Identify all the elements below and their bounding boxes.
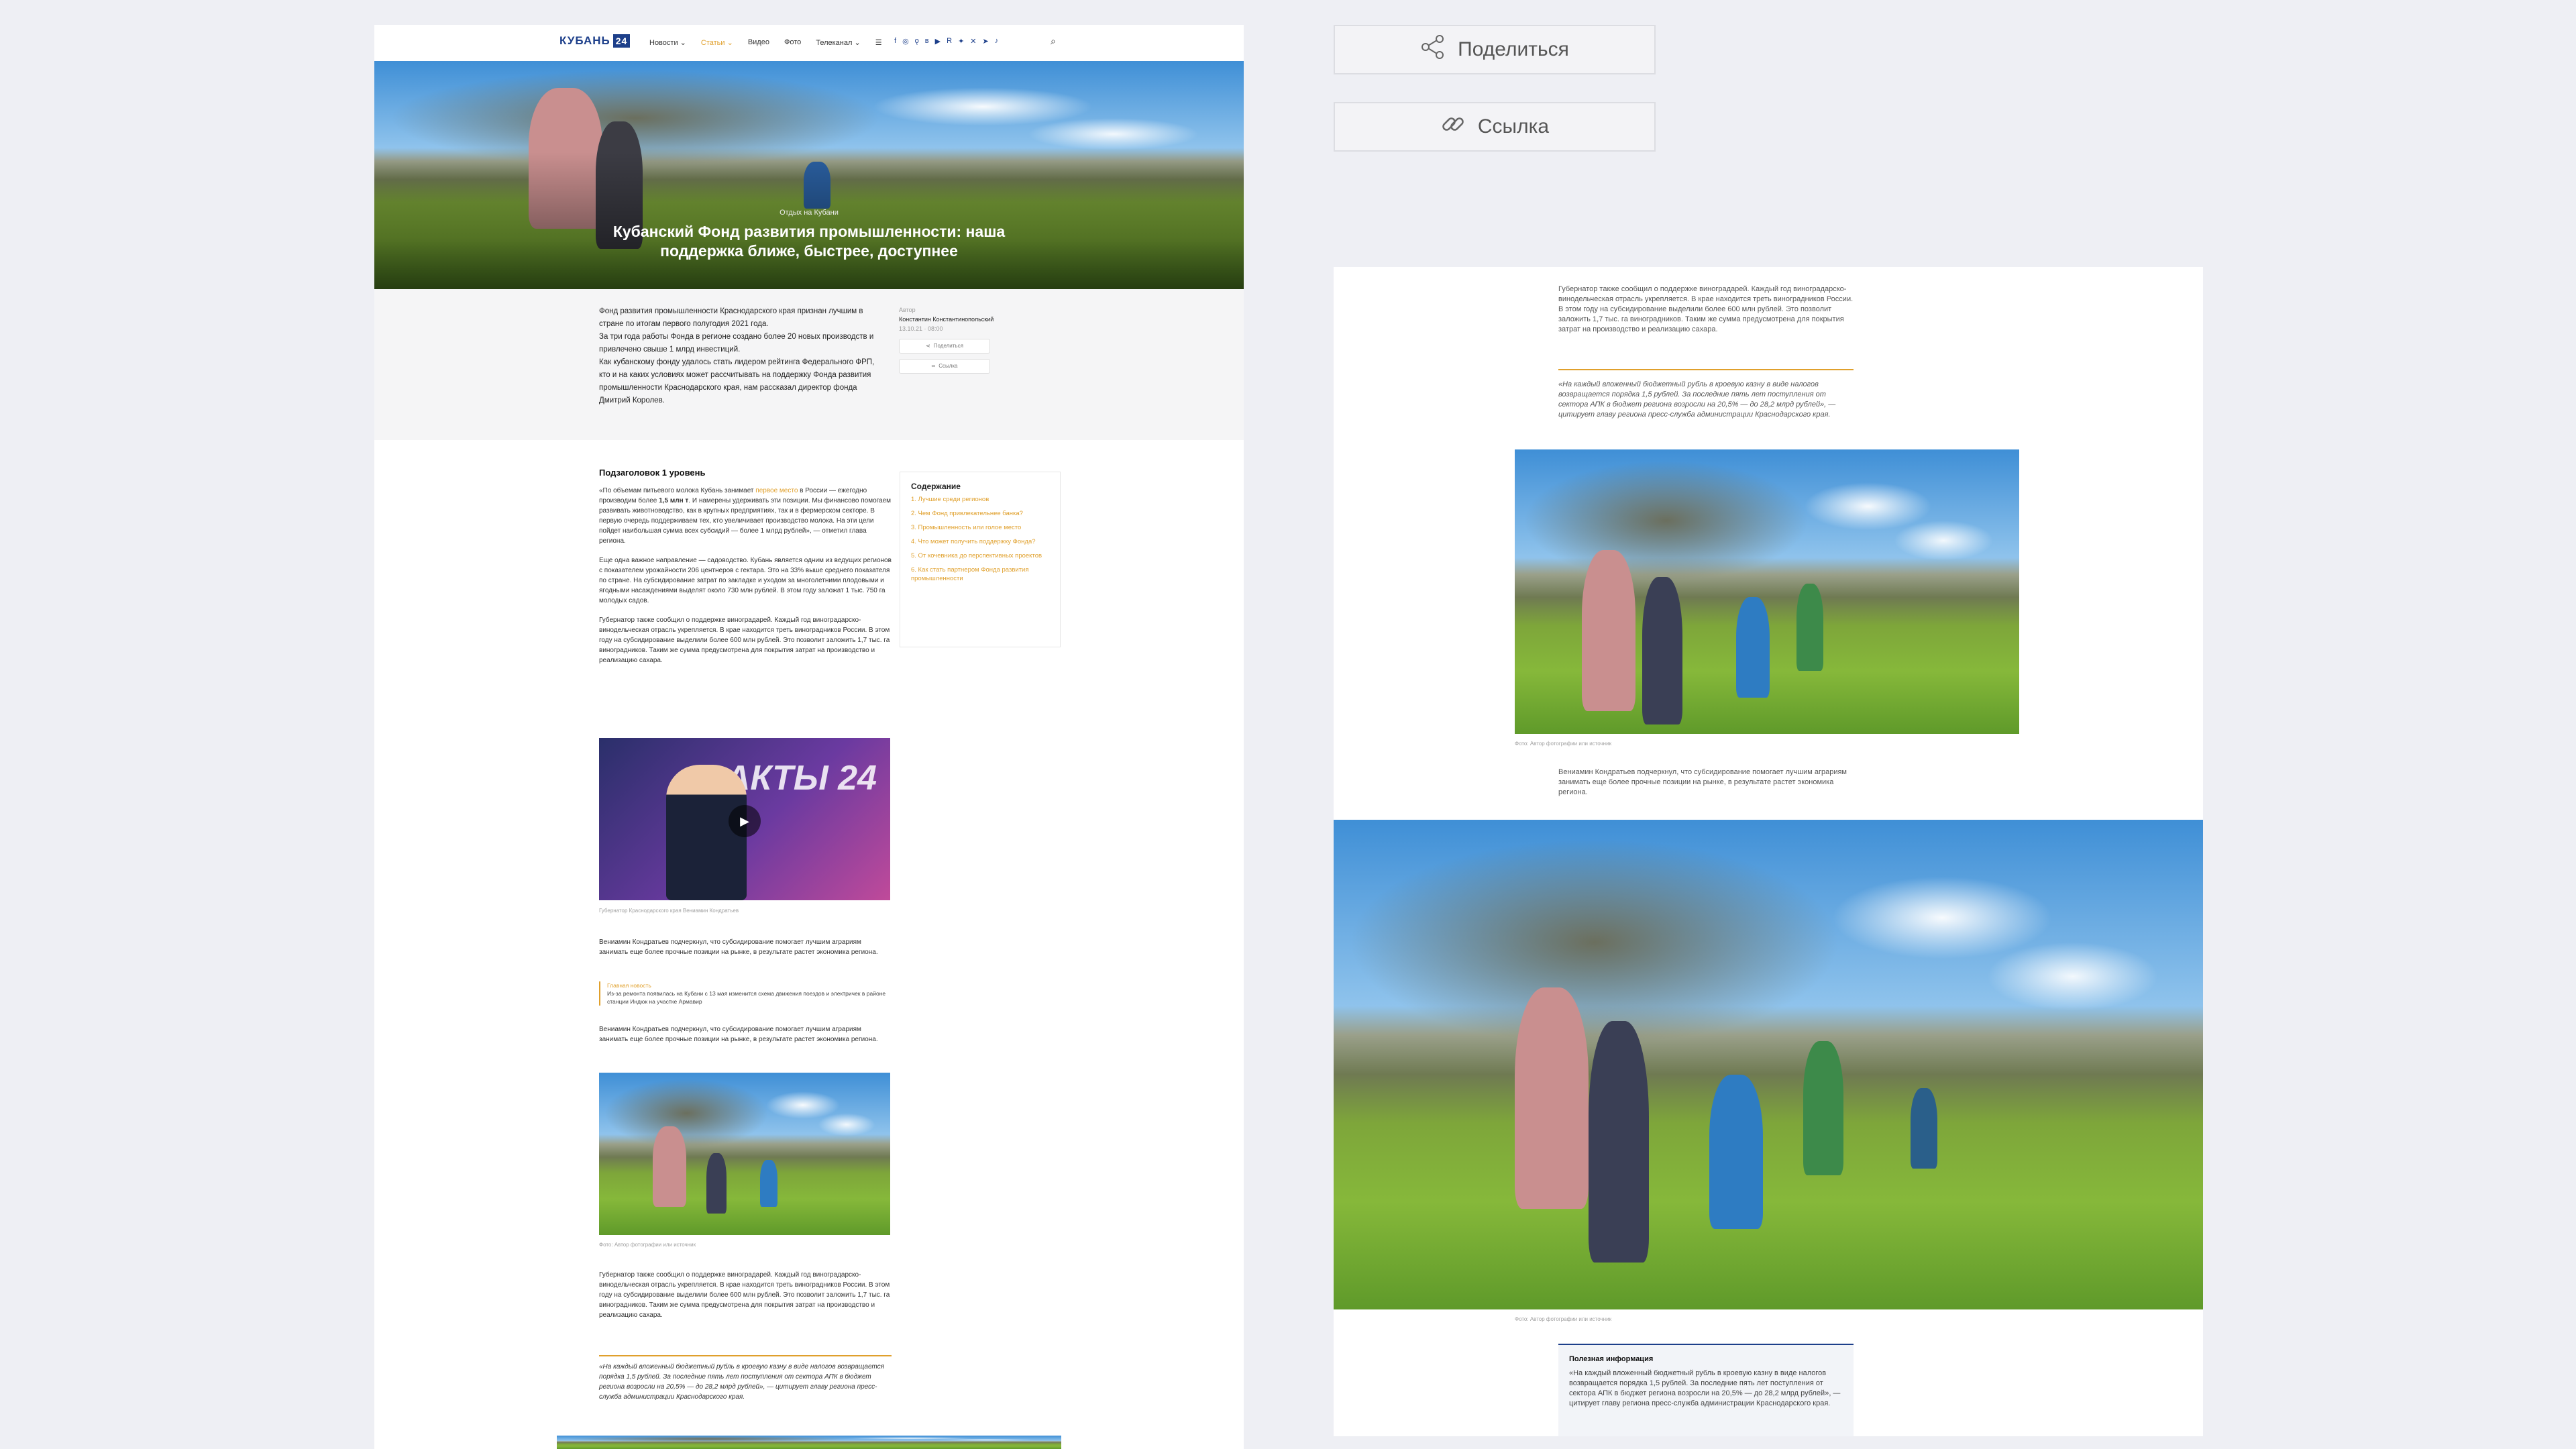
related-label: Главная новость [607, 982, 651, 989]
lead-p3: Как кубанскому фонду удалось стать лидер… [599, 358, 875, 405]
photo-hiker [1796, 584, 1823, 671]
article-body: Подзаголовок 1 уровень «По объемам питье… [599, 468, 892, 675]
article-p1: «По объемам питьевого молока Кубань зани… [599, 487, 892, 545]
toc-item[interactable]: 2. Чем Фонд привлекательнее банка? [911, 509, 1049, 518]
photo-hiker [1642, 577, 1682, 724]
menu-icon[interactable]: ☰ [875, 38, 882, 47]
nav-item-tv[interactable]: Телеканал ⌄ [816, 38, 860, 47]
article-p2: Еще одна важное направление — садоводств… [599, 557, 892, 604]
tiktok-icon[interactable]: ♪ [995, 37, 999, 46]
photo-hiker [760, 1160, 777, 1207]
logo-text: КУБАНЬ [559, 34, 610, 47]
photo-hiker [1736, 597, 1770, 698]
article-detail-panel: Губернатор также сообщил о поддержке вин… [1334, 267, 2203, 1436]
bottom-photo [557, 1436, 1061, 1449]
article-p4: Вениамин Кондратьев подчеркнул, что субс… [599, 938, 878, 956]
hero-category[interactable]: Отдых на Кубани [374, 209, 1244, 217]
article-photo-small [599, 1073, 890, 1235]
video-caption: Губернатор Краснодарского края Вениамин … [599, 908, 739, 914]
related-text: Из-за ремонта появилась на Кубани с 13 м… [607, 990, 886, 1005]
ok-icon[interactable]: ǫ [915, 37, 919, 46]
nav-item-articles[interactable]: Статьи ⌄ [701, 38, 733, 47]
article-title: Кубанский Фонд развития промышленности: … [612, 223, 1006, 260]
link-button-small[interactable]: ∞ Ссылка [899, 359, 990, 374]
toc-list: 1. Лучшие среди регионов 2. Чем Фонд при… [911, 495, 1049, 583]
photo-hiker [706, 1153, 727, 1214]
detail-photo-caption: Фото: Автор фотографии или источник [1515, 741, 1612, 747]
quote-divider [599, 1355, 892, 1356]
photo-hiker [1589, 1021, 1649, 1263]
rutube-icon[interactable]: R [947, 37, 952, 46]
hero-image: Отдых на Кубани Кубанский Фонд развития … [374, 61, 1244, 289]
search-icon[interactable]: ⌕ [1051, 36, 1056, 47]
author-label: Автор [899, 307, 916, 313]
nav-item-video[interactable]: Видео [748, 38, 769, 47]
telegram-icon[interactable]: ➤ [983, 37, 989, 46]
toc-item[interactable]: 6. Как стать партнером Фонда развития пр… [911, 566, 1049, 583]
facebook-icon[interactable]: f [894, 37, 896, 46]
lead-p2: За три года работы Фонда в регионе созда… [599, 333, 874, 354]
toc-item[interactable]: 1. Лучшие среди регионов [911, 495, 1049, 504]
photo-hiker [1911, 1088, 1937, 1169]
logo-badge: 24 [612, 34, 631, 48]
nav-item-photo[interactable]: Фото [784, 38, 801, 47]
toc-item[interactable]: 5. От кочевника до перспективных проекто… [911, 551, 1049, 560]
share-icon [1420, 34, 1446, 65]
share-button-small[interactable]: ⋖ Поделиться [899, 339, 990, 354]
dzen-icon[interactable]: ✦ [958, 37, 964, 46]
info-text: «На каждый вложенный бюджетный рубль в к… [1569, 1369, 1841, 1407]
toc-title: Содержание [911, 482, 961, 491]
link-icon [1440, 111, 1466, 142]
share-icon: ⋖ [926, 343, 930, 349]
info-title: Полезная информация [1569, 1355, 1654, 1363]
site-logo[interactable]: КУБАНЬ 24 [559, 34, 631, 48]
detail-quote-divider [1558, 369, 1854, 370]
photo-hiker [1515, 987, 1589, 1209]
lead-text: Фонд развития промышленности Краснодарск… [599, 305, 888, 407]
youtube-icon[interactable]: ▶ [935, 37, 941, 46]
detail-quote: «На каждый вложенный бюджетный рубль в к… [1558, 380, 1836, 419]
vk-icon[interactable]: в [925, 37, 929, 46]
main-nav: Новости ⌄ Статьи ⌄ Видео Фото Телеканал … [649, 38, 882, 47]
article-p3: Губернатор также сообщил о поддержке вин… [599, 616, 890, 664]
detail-photo-medium [1515, 449, 2019, 734]
link-icon: ∞ [931, 363, 936, 369]
article-meta: Автор Константин Константинопольский 13.… [899, 305, 1000, 374]
toc-item[interactable]: 4. Что может получить поддержку Фонда? [911, 537, 1049, 546]
social-links: f ◎ ǫ в ▶ R ✦ ✕ ➤ ♪ [894, 37, 998, 46]
author-name[interactable]: Константин Константинопольский [899, 315, 1000, 324]
article-quote: «На каждый вложенный бюджетный рубль в к… [599, 1363, 884, 1401]
article-p5: Вениамин Кондратьев подчеркнул, что субс… [599, 1026, 878, 1043]
link-label: Ссылка [1477, 115, 1550, 138]
photo-caption: Фото: Автор фотографии или источник [599, 1242, 696, 1248]
lead-p1: Фонд развития промышленности Краснодарск… [599, 307, 863, 328]
detail-photo-wide [1334, 820, 2203, 1309]
related-news-quote[interactable]: Главная новость Из-за ремонта появилась … [599, 981, 892, 1006]
twitter-icon[interactable]: ✕ [970, 37, 976, 46]
site-header: КУБАНЬ 24 Новости ⌄ Статьи ⌄ Видео Фото … [374, 25, 1244, 61]
share-button[interactable]: Поделиться [1334, 25, 1656, 74]
detail-paragraph-1: Губернатор также сообщил о поддержке вин… [1558, 285, 1854, 333]
toc-item[interactable]: 3. Промышленность или голое место [911, 523, 1049, 532]
detail-photo-caption-2: Фото: Автор фотографии или источник [1515, 1316, 1612, 1322]
table-of-contents: Содержание 1. Лучшие среди регионов 2. Ч… [900, 472, 1061, 647]
nav-item-news[interactable]: Новости ⌄ [649, 38, 686, 47]
photo-hiker [1582, 550, 1635, 711]
useful-info-box: Полезная информация «На каждый вложенный… [1558, 1344, 1854, 1436]
link-button[interactable]: Ссылка [1334, 102, 1656, 152]
photo-hiker [653, 1126, 686, 1207]
article-p6: Губернатор также сообщил о поддержке вин… [599, 1271, 890, 1319]
play-icon[interactable]: ▶ [729, 805, 761, 837]
inline-link[interactable]: первое место [755, 487, 798, 494]
detail-paragraph-2: Вениамин Кондратьев подчеркнул, что субс… [1558, 768, 1847, 796]
publish-date: 13.10.21 · 08:00 [899, 325, 943, 332]
photo-hiker [1803, 1041, 1843, 1175]
video-player[interactable]: ФАКТЫ 24 ▶ [599, 738, 890, 900]
share-label: Поделиться [1458, 38, 1569, 60]
article-page: КУБАНЬ 24 Новости ⌄ Статьи ⌄ Видео Фото … [374, 25, 1244, 1449]
lead-section: Фонд развития промышленности Краснодарск… [374, 289, 1244, 440]
photo-hiker [1709, 1075, 1763, 1229]
subheading: Подзаголовок 1 уровень [599, 468, 706, 478]
instagram-icon[interactable]: ◎ [902, 37, 909, 46]
